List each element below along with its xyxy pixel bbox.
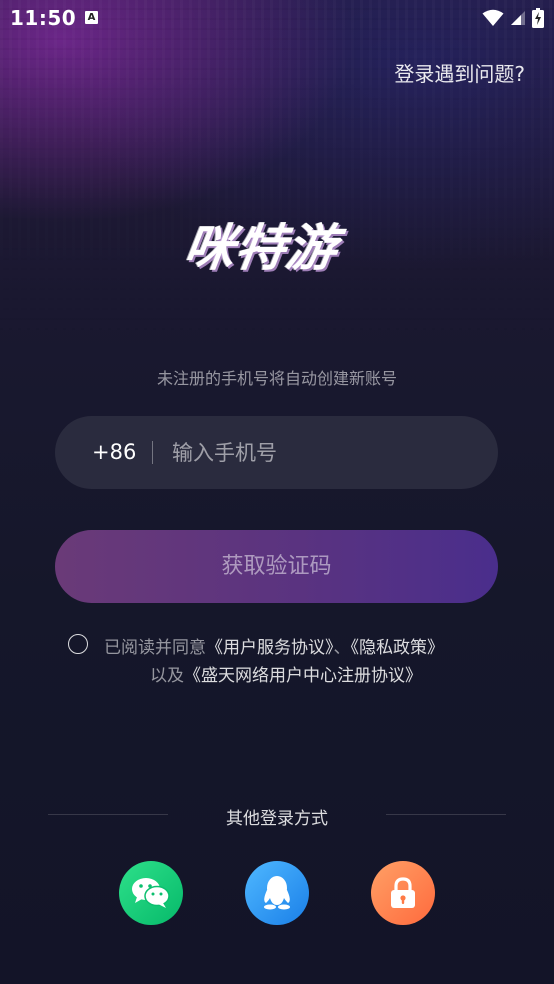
phone-input[interactable] (170, 432, 474, 474)
wechat-icon (132, 878, 170, 908)
login-trouble-link[interactable]: 登录遇到问题? (394, 58, 525, 87)
app-logo: 咪特游 (180, 219, 342, 277)
country-code-selector[interactable]: +86 (92, 440, 136, 464)
agreement-separator: 、 (333, 638, 351, 658)
qq-login-button[interactable] (245, 861, 309, 925)
background-texture (0, 0, 554, 340)
wechat-login-button[interactable] (119, 861, 183, 925)
qq-icon (264, 876, 290, 910)
notification-icon: A (85, 11, 98, 24)
divider-right (386, 814, 506, 815)
divider (152, 441, 153, 464)
agreement-prefix: 已阅读并同意 (104, 638, 206, 658)
register-hint: 未注册的手机号将自动创建新账号 (156, 369, 397, 388)
status-icons (482, 8, 544, 28)
status-time: 11:50 (10, 6, 77, 30)
other-login-title: 其他登录方式 (226, 809, 328, 829)
wifi-icon (482, 9, 504, 26)
user-service-agreement-link[interactable]: 《用户服务协议》 (206, 638, 334, 658)
agreement-text-line1: 已阅读并同意《用户服务协议》、《隐私政策》 (104, 633, 444, 658)
battery-icon (532, 8, 544, 28)
get-code-button[interactable]: 获取验证码 (55, 530, 498, 603)
phone-field[interactable]: +86 (55, 416, 498, 489)
registration-agreement-link[interactable]: 《盛天网络用户中心注册协议》 (184, 666, 422, 686)
password-login-button[interactable] (371, 861, 435, 925)
status-bar: 11:50 A (0, 0, 554, 36)
signal-icon (511, 11, 525, 25)
lock-icon (391, 877, 415, 908)
agreement-radio[interactable] (68, 634, 88, 654)
agreement-text-line2: 以及《盛天网络用户中心注册协议》 (150, 661, 422, 686)
privacy-policy-link[interactable]: 《隐私政策》 (351, 638, 445, 658)
agreement-line2-prefix: 以及 (150, 666, 184, 686)
